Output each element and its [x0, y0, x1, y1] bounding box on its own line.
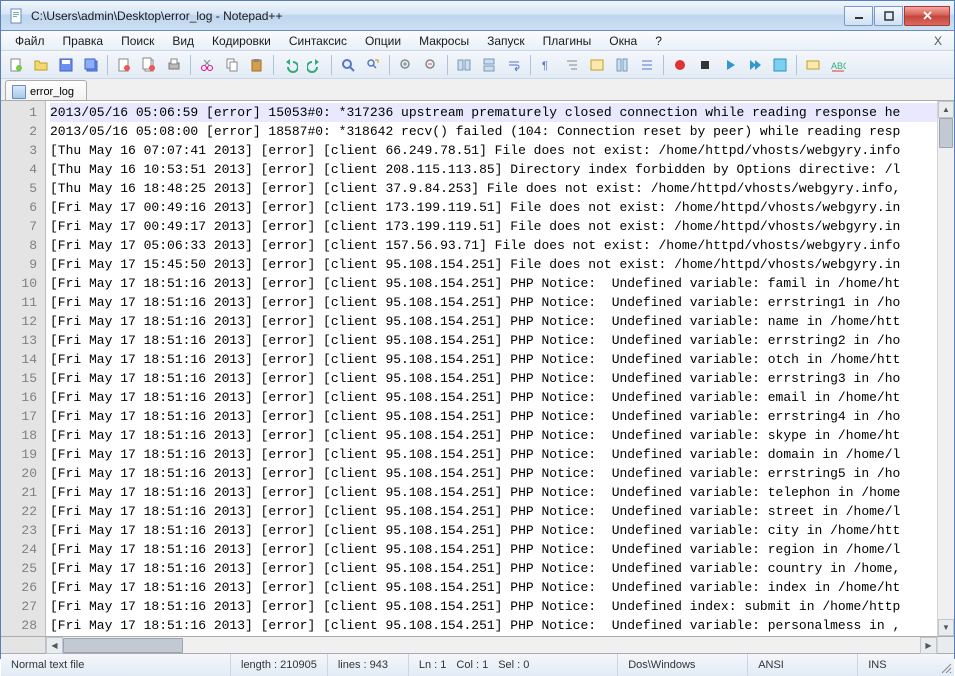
resize-grip-icon[interactable] [936, 654, 954, 676]
scroll-right-icon[interactable]: ▶ [920, 637, 937, 654]
menu-syntax[interactable]: Синтаксис [281, 32, 355, 50]
save-icon[interactable] [55, 54, 77, 76]
new-file-icon[interactable] [5, 54, 27, 76]
scroll-corner [937, 637, 954, 653]
sync-v-icon[interactable] [453, 54, 475, 76]
scroll-left-icon[interactable]: ◀ [46, 637, 63, 654]
user-lang-icon[interactable] [586, 54, 608, 76]
play-multi-icon[interactable] [744, 54, 766, 76]
text-editor[interactable]: 2013/05/16 05:06:59 [error] 15053#0: *31… [46, 101, 937, 636]
status-length: length : 210905 [231, 654, 328, 676]
tab-bar: error_log [1, 79, 954, 101]
scroll-down-icon[interactable]: ▼ [938, 619, 954, 636]
app-icon [9, 8, 25, 24]
func-list-icon[interactable] [636, 54, 658, 76]
copy-icon[interactable] [221, 54, 243, 76]
toolbar-extra-2-icon[interactable]: ABC [827, 54, 849, 76]
minimize-button[interactable] [844, 6, 873, 26]
show-symbols-icon[interactable]: ¶ [536, 54, 558, 76]
maximize-button[interactable] [874, 6, 903, 26]
file-icon [12, 85, 26, 99]
toolbar-separator [190, 55, 191, 75]
menu-search[interactable]: Поиск [113, 32, 162, 50]
zoom-out-icon[interactable] [420, 54, 442, 76]
scroll-up-icon[interactable]: ▲ [938, 101, 954, 118]
toolbar-separator [389, 55, 390, 75]
replace-icon[interactable] [362, 54, 384, 76]
close-file-icon[interactable] [113, 54, 135, 76]
horizontal-scroll-row: ◀ ▶ [1, 637, 954, 654]
tab-error-log[interactable]: error_log [5, 80, 87, 100]
status-eol: Dos\Windows [618, 654, 748, 676]
menu-view[interactable]: Вид [164, 32, 202, 50]
status-filetype: Normal text file [1, 654, 231, 676]
horizontal-scrollbar[interactable]: ◀ ▶ [46, 637, 937, 653]
redo-icon[interactable] [304, 54, 326, 76]
svg-text:¶: ¶ [542, 60, 548, 72]
close-button[interactable] [904, 6, 950, 26]
gutter-spacer [1, 637, 46, 653]
menu-edit[interactable]: Правка [55, 32, 112, 50]
undo-icon[interactable] [279, 54, 301, 76]
doc-map-icon[interactable] [611, 54, 633, 76]
toolbar: ¶ ABC [1, 51, 954, 79]
scrollbar-thumb[interactable] [939, 118, 953, 148]
menu-macros[interactable]: Макросы [411, 32, 477, 50]
scrollbar-track[interactable] [63, 637, 920, 654]
sync-h-icon[interactable] [478, 54, 500, 76]
status-col: Col : 1 [456, 654, 498, 676]
tab-label: error_log [30, 86, 74, 98]
svg-text:ABC: ABC [831, 61, 846, 71]
save-macro-icon[interactable] [769, 54, 791, 76]
toolbar-separator [331, 55, 332, 75]
window-controls [844, 6, 950, 26]
toolbar-separator [530, 55, 531, 75]
open-file-icon[interactable] [30, 54, 52, 76]
toolbar-separator [107, 55, 108, 75]
menu-file[interactable]: Файл [7, 32, 53, 50]
window-title: C:\Users\admin\Desktop\error_log - Notep… [31, 9, 844, 23]
save-all-icon[interactable] [80, 54, 102, 76]
status-sel: Sel : 0 [498, 654, 618, 676]
record-macro-icon[interactable] [669, 54, 691, 76]
zoom-in-icon[interactable] [395, 54, 417, 76]
status-lines: lines : 943 [328, 654, 408, 676]
toolbar-separator [663, 55, 664, 75]
menubar: Файл Правка Поиск Вид Кодировки Синтакси… [1, 31, 954, 51]
editor-area: 1234567891011121314151617181920212223242… [1, 101, 954, 637]
stop-macro-icon[interactable] [694, 54, 716, 76]
close-all-icon[interactable] [138, 54, 160, 76]
menu-options[interactable]: Опции [357, 32, 409, 50]
menu-help[interactable]: ? [647, 32, 670, 50]
menu-x[interactable]: X [928, 34, 948, 48]
toolbar-separator [796, 55, 797, 75]
toolbar-separator [447, 55, 448, 75]
status-ins: INS [858, 654, 896, 676]
status-encoding: ANSI [748, 654, 858, 676]
toolbar-separator [273, 55, 274, 75]
toolbar-extra-1-icon[interactable] [802, 54, 824, 76]
print-icon[interactable] [163, 54, 185, 76]
cut-icon[interactable] [196, 54, 218, 76]
paste-icon[interactable] [246, 54, 268, 76]
menu-encoding[interactable]: Кодировки [204, 32, 279, 50]
titlebar: C:\Users\admin\Desktop\error_log - Notep… [1, 1, 954, 31]
vertical-scrollbar[interactable]: ▲ ▼ [937, 101, 954, 636]
scrollbar-thumb[interactable] [63, 638, 183, 653]
find-icon[interactable] [337, 54, 359, 76]
status-ln: Ln : 1 [408, 654, 457, 676]
wrap-icon[interactable] [503, 54, 525, 76]
menu-plugins[interactable]: Плагины [535, 32, 600, 50]
menu-run[interactable]: Запуск [479, 32, 533, 50]
line-gutter: 1234567891011121314151617181920212223242… [1, 101, 46, 636]
statusbar: Normal text file length : 210905 lines :… [1, 654, 954, 676]
indent-guide-icon[interactable] [561, 54, 583, 76]
menu-windows[interactable]: Окна [601, 32, 645, 50]
play-macro-icon[interactable] [719, 54, 741, 76]
